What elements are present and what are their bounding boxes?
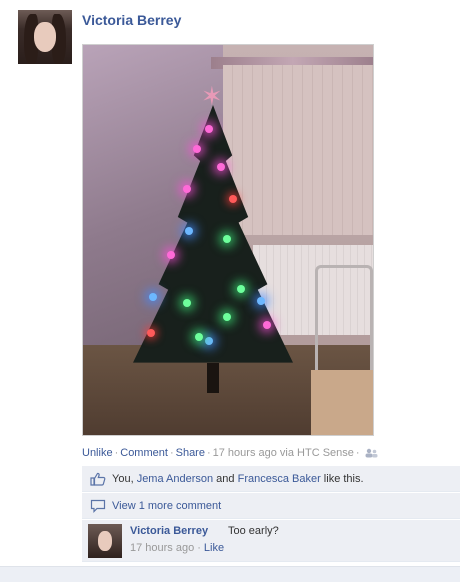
friends-icon[interactable]	[365, 448, 378, 461]
view-more-comments-row[interactable]: View 1 more comment	[82, 493, 460, 519]
poster-name-link[interactable]: Victoria Berrey	[82, 12, 181, 28]
commenter-avatar[interactable]	[88, 524, 122, 558]
tree-light	[237, 285, 245, 293]
separator: ·	[197, 542, 201, 554]
tree-light	[217, 163, 225, 171]
photo-chair-seat	[311, 370, 373, 435]
tree-light	[167, 251, 175, 259]
comment-text: Too early?	[228, 525, 279, 537]
tree-light	[183, 185, 191, 193]
tree-light	[147, 329, 155, 337]
comment: Victoria Berrey Too early? 17 hours ago ·…	[82, 520, 460, 562]
poster-avatar[interactable]	[18, 10, 72, 64]
like-sentence: You, Jema Anderson and Francesca Baker l…	[112, 473, 364, 485]
unlike-link[interactable]: Unlike	[82, 447, 113, 459]
post-actions: Unlike · Comment · Share · 17 hours ago via HT…	[82, 447, 378, 461]
liker-link[interactable]: Jema Anderson	[137, 473, 213, 485]
comment-like-link[interactable]: Like	[204, 542, 224, 554]
like-you: You,	[112, 473, 137, 485]
separator: ·	[169, 447, 174, 459]
like-and: and	[213, 473, 238, 485]
tree-light	[223, 313, 231, 321]
share-link[interactable]: Share	[176, 447, 205, 459]
comment-timestamp[interactable]: 17 hours ago	[130, 542, 194, 554]
tree-light	[193, 145, 201, 153]
speech-bubble-icon	[90, 499, 106, 516]
photo-chair	[315, 265, 373, 370]
avatar-face	[34, 22, 56, 52]
separator: ·	[206, 447, 211, 459]
tree-light	[257, 297, 265, 305]
tree-light	[185, 227, 193, 235]
feedback-box: You, Jema Anderson and Francesca Baker l…	[82, 466, 460, 562]
tree-light	[223, 235, 231, 243]
thumbs-up-icon	[90, 472, 106, 489]
tree-light	[205, 125, 213, 133]
liker-link[interactable]: Francesca Baker	[238, 473, 321, 485]
comment-meta: 17 hours ago · Like	[130, 542, 224, 554]
tree-light	[195, 333, 203, 341]
tree-light	[229, 195, 237, 203]
tree-light	[149, 293, 157, 301]
like-suffix: like this.	[320, 473, 364, 485]
tree-light	[205, 337, 213, 345]
tree-light	[183, 299, 191, 307]
photo-window-blind	[223, 65, 373, 235]
comment-author-link[interactable]: Victoria Berrey	[130, 525, 208, 537]
photo-tree-trunk	[207, 363, 219, 393]
post-photo[interactable]: ✶	[82, 44, 374, 436]
like-sentence-row: You, Jema Anderson and Francesca Baker l…	[82, 466, 460, 492]
view-more-comments-link[interactable]: View 1 more comment	[112, 500, 221, 512]
separator: ·	[355, 447, 360, 459]
tree-light	[263, 321, 271, 329]
post-timestamp[interactable]: 17 hours ago via HTC Sense	[213, 447, 354, 459]
comment-input-bar[interactable]	[0, 566, 460, 582]
photo-tree-star: ✶	[201, 81, 223, 111]
comment-link[interactable]: Comment	[120, 447, 168, 459]
avatar-face	[98, 531, 112, 551]
